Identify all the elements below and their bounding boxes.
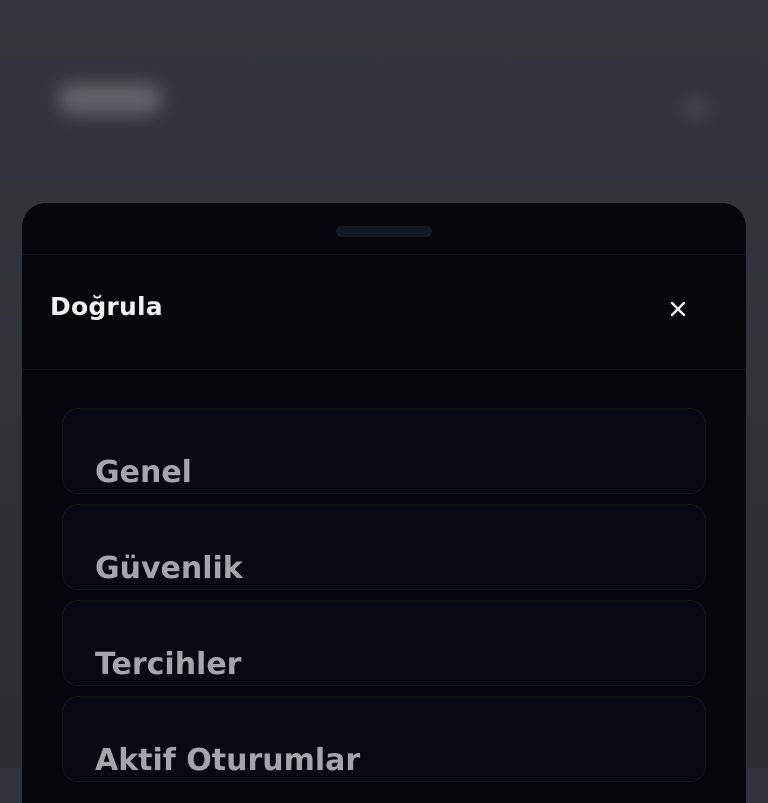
sheet-title: Doğrula: [50, 292, 163, 321]
menu-item-label: Genel: [95, 455, 192, 490]
blurred-header-icon: [684, 96, 708, 120]
menu-item-label: Tercihler: [95, 647, 242, 682]
divider: [22, 254, 746, 255]
blurred-header-title: [58, 84, 162, 114]
settings-menu: Genel Güvenlik Tercihler Aktif Oturumlar: [62, 408, 706, 792]
menu-item-aktif-oturumlar[interactable]: Aktif Oturumlar: [62, 696, 706, 782]
divider: [22, 369, 746, 370]
menu-item-label: Güvenlik: [95, 551, 243, 586]
close-icon: [670, 301, 686, 317]
menu-item-label: Aktif Oturumlar: [95, 743, 361, 778]
menu-item-tercihler[interactable]: Tercihler: [62, 600, 706, 686]
menu-item-genel[interactable]: Genel: [62, 408, 706, 494]
bottom-sheet: Doğrula Genel Güvenlik Tercihler Aktif O…: [22, 203, 746, 803]
close-button[interactable]: [660, 291, 696, 327]
drag-handle[interactable]: [336, 226, 432, 237]
menu-item-guvenlik[interactable]: Güvenlik: [62, 504, 706, 590]
